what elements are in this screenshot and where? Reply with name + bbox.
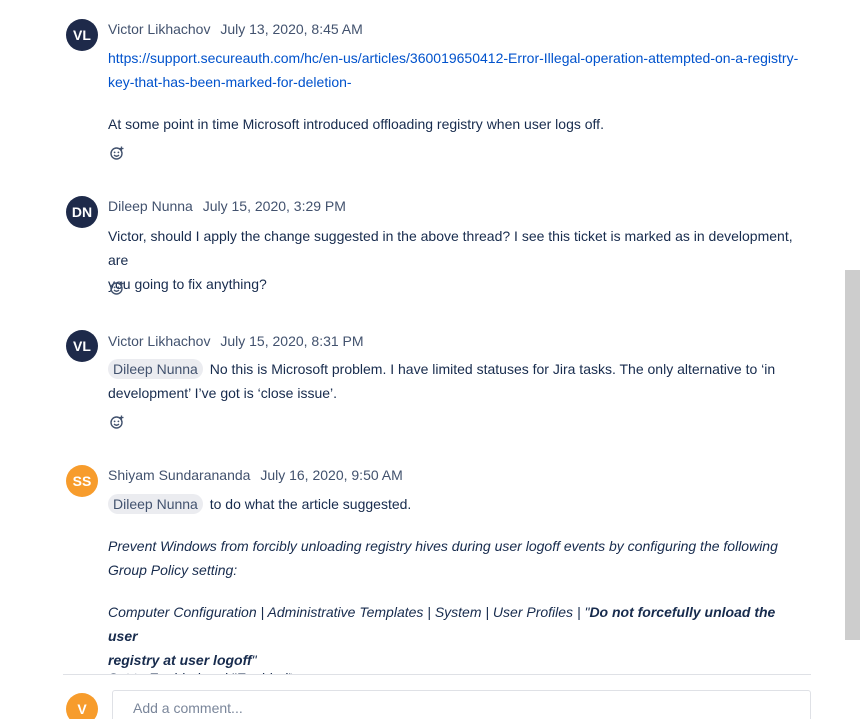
comment-date[interactable]: July 15, 2020, 8:31 PM (220, 333, 363, 349)
avatar[interactable]: SS (66, 465, 98, 497)
add-reaction-icon[interactable] (109, 280, 125, 296)
comment-composer: V Add a comment... (0, 675, 843, 719)
current-user-avatar[interactable]: V (66, 693, 98, 719)
comment-author[interactable]: Victor Likhachov (108, 333, 210, 349)
add-reaction-icon[interactable] (109, 145, 125, 161)
comment-input[interactable]: Add a comment... (112, 690, 811, 719)
comment-author[interactable]: Dileep Nunna (108, 198, 193, 214)
comment-body: https://support.secureauth.com/hc/en-us/… (108, 46, 808, 94)
comment-author[interactable]: Victor Likhachov (108, 21, 210, 37)
avatar[interactable]: VL (66, 330, 98, 362)
comment-author[interactable]: Shiyam Sundarananda (108, 467, 250, 483)
comment-policy-path: Computer Configuration | Administrative … (108, 604, 776, 668)
comment-text: Victor, should I apply the change sugges… (108, 228, 793, 292)
comment-header: Dileep Nunna July 15, 2020, 3:29 PM (108, 198, 346, 214)
comment-text: Dileep Nunna to do what the article sugg… (108, 492, 808, 516)
comment-link[interactable]: https://support.secureauth.com/hc/en-us/… (108, 50, 798, 90)
scrollbar-thumb[interactable] (845, 270, 860, 640)
user-mention[interactable]: Dileep Nunna (108, 359, 203, 379)
comment-header: Shiyam Sundarananda July 16, 2020, 9:50 … (108, 467, 403, 483)
user-mention[interactable]: Dileep Nunna (108, 494, 203, 514)
avatar[interactable]: VL (66, 19, 98, 51)
avatar[interactable]: DN (66, 196, 98, 228)
comment-text: At some point in time Microsoft introduc… (108, 116, 604, 132)
comment-date[interactable]: July 15, 2020, 3:29 PM (203, 198, 346, 214)
comment-date[interactable]: July 16, 2020, 9:50 AM (260, 467, 402, 483)
comments-panel: VL Victor Likhachov July 13, 2020, 8:45 … (0, 0, 843, 719)
comment-text: Dileep Nunna No this is Microsoft proble… (108, 359, 776, 401)
comment-header: Victor Likhachov July 13, 2020, 8:45 AM (108, 21, 363, 37)
add-reaction-icon[interactable] (109, 414, 125, 430)
comment-quote: Prevent Windows from forcibly unloading … (108, 538, 778, 578)
comment-date[interactable]: July 13, 2020, 8:45 AM (220, 21, 362, 37)
comment-header: Victor Likhachov July 15, 2020, 8:31 PM (108, 333, 364, 349)
